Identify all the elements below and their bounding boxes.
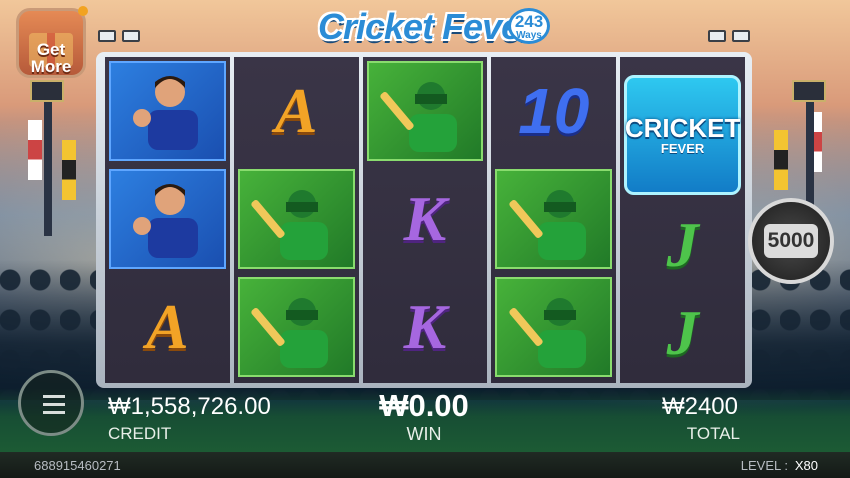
stadium-flag: [774, 130, 788, 190]
symbol-batsman: [495, 169, 613, 269]
symbol-batsman: [237, 169, 355, 269]
ways-label: Ways: [516, 30, 542, 41]
player-celebrating-icon: [133, 184, 199, 258]
game-logo: Cricket Fever 243 Ways: [312, 2, 552, 54]
floodlight-tower-head: [30, 80, 64, 102]
win-value: ₩0.00: [379, 388, 469, 423]
stadium-flag: [62, 140, 76, 200]
floodlight-tower: [44, 96, 52, 236]
symbol-letter-k: K: [367, 169, 484, 269]
total-bet-label: TOTAL: [686, 424, 740, 443]
level-label: LEVEL :: [740, 458, 788, 473]
symbol-letter-a: A: [109, 277, 226, 377]
symbol-batsman: [366, 61, 484, 161]
batsman-icon: [251, 298, 329, 368]
stadium-flag: [28, 120, 42, 180]
player-celebrating-icon: [133, 76, 199, 150]
notification-dot: [78, 6, 88, 16]
get-more-button[interactable]: Get More: [16, 8, 86, 78]
symbol-batsman: [495, 277, 613, 377]
symbol-letter-k: K: [367, 277, 484, 377]
letter-j-text: J: [666, 209, 699, 280]
get-more-label: Get More: [30, 40, 72, 76]
reel-2: A: [233, 57, 359, 383]
reel-4: 10: [491, 57, 617, 383]
game-title: Cricket Fever: [318, 6, 534, 47]
total-bet-value: ₩2400: [661, 393, 738, 420]
floodlight-icon: [732, 30, 750, 42]
level-value: X80: [794, 458, 818, 473]
menu-button[interactable]: [18, 370, 84, 436]
reel-5: CRICKET FEVER J J: [620, 57, 745, 383]
batsman-icon: [380, 82, 457, 152]
floodlight-icon: [708, 30, 726, 42]
batsman-icon: [509, 298, 586, 368]
menu-icon-line: [43, 395, 65, 398]
bet-amount-button[interactable]: 5000: [748, 198, 834, 284]
scatter-line1: CRICKET: [624, 112, 741, 143]
symbol-ten: 10: [495, 61, 612, 161]
symbol-batsman: [237, 277, 355, 377]
symbol-letter-j: J: [624, 283, 741, 383]
floodlight-tower-head: [792, 80, 826, 102]
letter-a-text: A: [274, 75, 318, 146]
ten-text: 10: [518, 75, 590, 147]
symbol-scatter: CRICKET FEVER: [624, 75, 741, 195]
reels-grid: A A K K 10 CRICKET FEVER J J: [105, 57, 745, 383]
reel-1: A: [105, 57, 230, 383]
reel-3: K K: [362, 57, 488, 383]
ticket-id: 688915460271: [34, 458, 121, 473]
batsman-icon: [251, 190, 329, 260]
batsman-icon: [509, 190, 586, 260]
floodlight-icon: [98, 30, 116, 42]
win-label: WIN: [406, 424, 442, 444]
letter-j-text: J: [666, 297, 699, 368]
ways-badge: 243 Ways: [508, 8, 550, 44]
floodlight-icon: [122, 30, 140, 42]
credit-label: CREDIT: [108, 424, 172, 443]
symbol-player-celebrating: [109, 61, 226, 161]
credit-value: ₩1,558,726.00: [108, 393, 271, 420]
symbol-player-celebrating: [109, 169, 226, 269]
menu-icon-line: [43, 411, 65, 414]
ways-number: 243: [514, 12, 544, 31]
symbol-letter-j: J: [624, 195, 741, 295]
scatter-line2: FEVER: [660, 140, 705, 156]
letter-a-text: A: [146, 291, 189, 362]
letter-k-text: K: [403, 183, 447, 254]
footer-bar: [0, 452, 850, 478]
menu-icon-line: [43, 403, 65, 406]
symbol-letter-a: A: [238, 61, 355, 161]
bet-amount-value: 5000: [764, 224, 818, 258]
letter-k-text: K: [403, 291, 447, 362]
